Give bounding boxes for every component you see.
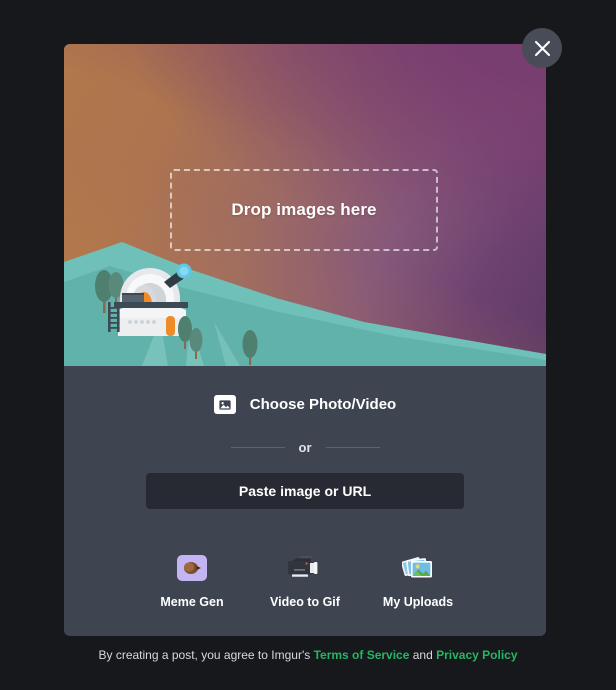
or-label: or xyxy=(298,440,312,455)
upload-modal-page: Drop images here Choose Photo/Video or P… xyxy=(0,0,616,690)
legal-footer: By creating a post, you agree to Imgur's… xyxy=(0,648,616,662)
photo-stack-icon xyxy=(402,551,434,585)
legal-prefix: By creating a post, you agree to Imgur's xyxy=(98,648,314,662)
paste-image-or-url-button[interactable]: Paste image or URL xyxy=(146,473,464,509)
tool-my-uploads-label: My Uploads xyxy=(382,595,454,609)
upload-options-panel: Choose Photo/Video or Paste image or URL xyxy=(64,366,546,636)
tool-video-to-gif-label: Video to Gif xyxy=(270,595,340,609)
dropzone-label: Drop images here xyxy=(231,200,377,219)
tool-video-to-gif[interactable]: Video to Gif xyxy=(259,551,351,609)
tool-meme-gen-label: Meme Gen xyxy=(160,595,224,609)
tool-meme-gen[interactable]: Meme Gen xyxy=(146,551,238,609)
tree-icon xyxy=(189,328,203,359)
terms-of-service-link[interactable]: Terms of Service xyxy=(314,648,410,662)
close-modal-button[interactable] xyxy=(522,28,562,68)
hero-gradient: Drop images here xyxy=(64,44,546,366)
choose-photo-video-button[interactable]: Choose Photo/Video xyxy=(206,391,404,418)
divider-line-left xyxy=(230,447,285,448)
tool-shortcuts: Meme Gen Video to Gif My Uploads xyxy=(146,551,464,609)
camcorder-icon xyxy=(288,551,322,585)
meme-gen-icon xyxy=(177,551,207,585)
legal-middle: and xyxy=(409,648,437,662)
tool-my-uploads[interactable]: My Uploads xyxy=(372,551,464,609)
paste-button-label: Paste image or URL xyxy=(238,483,372,499)
privacy-policy-link[interactable]: Privacy Policy xyxy=(436,648,517,662)
close-icon xyxy=(534,40,550,56)
choose-photo-video-label: Choose Photo/Video xyxy=(249,396,397,413)
or-divider: or xyxy=(171,440,439,455)
dropzone[interactable]: Drop images here xyxy=(170,169,438,251)
tree-icon xyxy=(242,330,258,365)
image-icon xyxy=(213,395,236,414)
divider-line-right xyxy=(325,447,380,448)
upload-modal: Drop images here Choose Photo/Video or P… xyxy=(64,44,546,636)
